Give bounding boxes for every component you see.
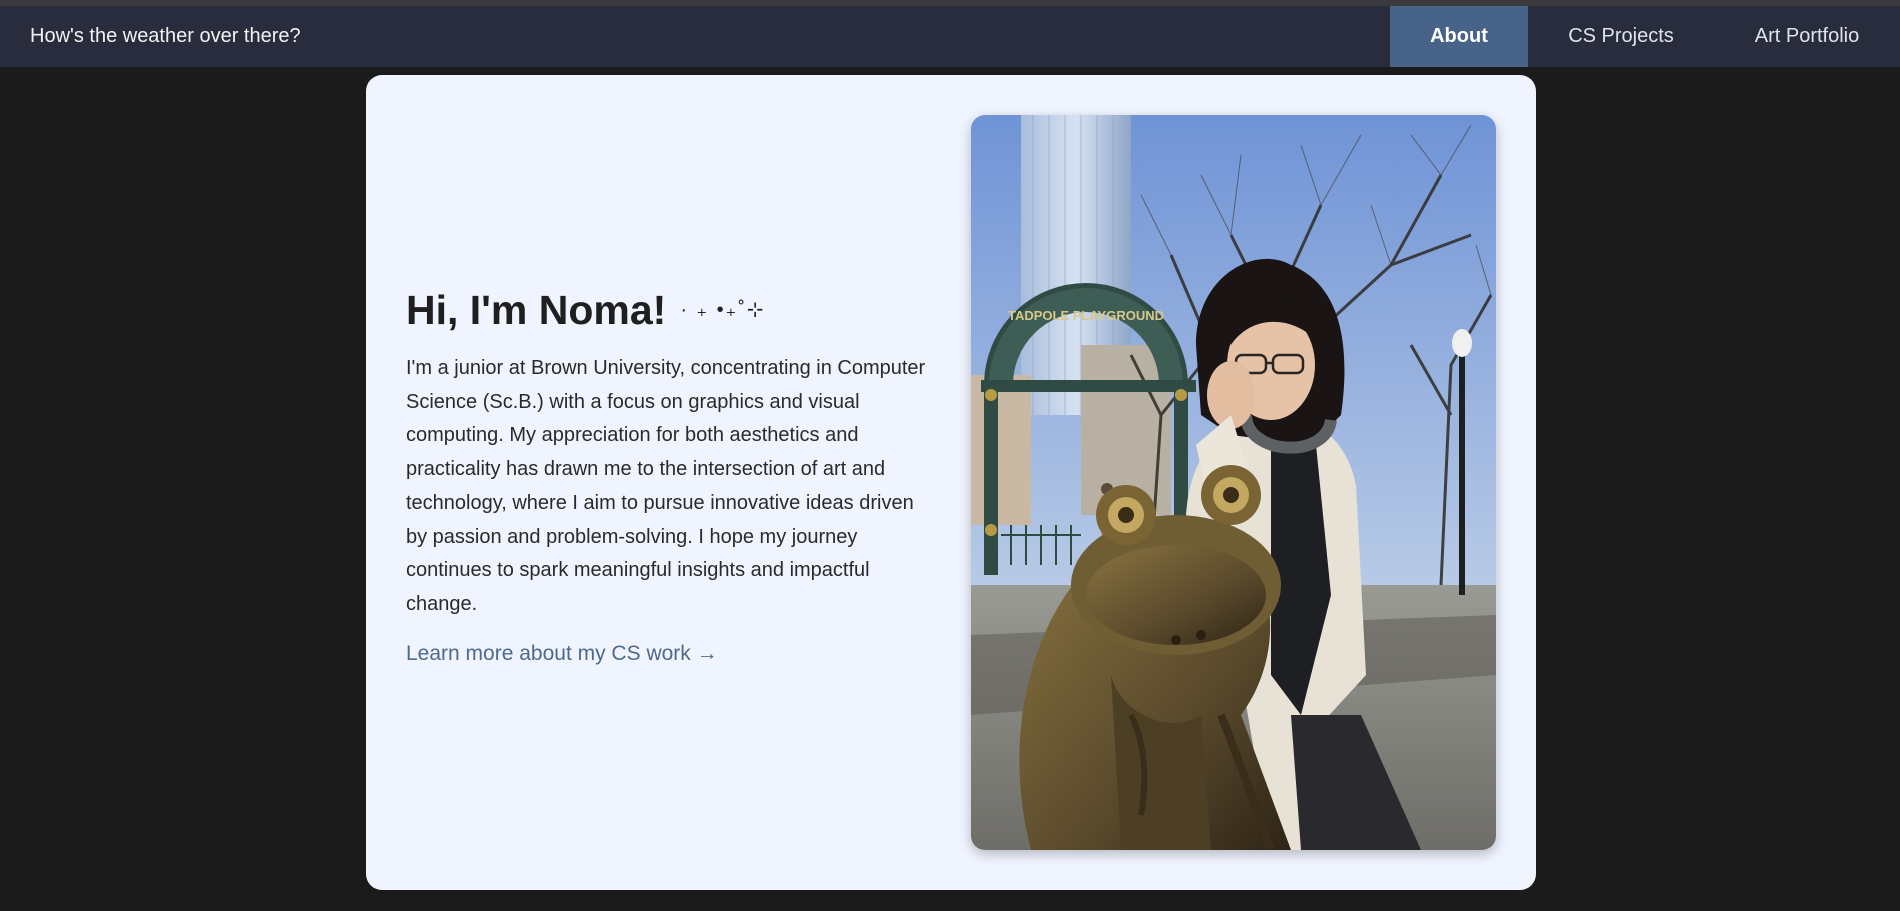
greeting-text: Hi, I'm Noma! [406,287,667,333]
nav-about[interactable]: About [1390,6,1528,67]
cs-work-link[interactable]: Learn more about my CS work → [406,642,718,666]
nav-cs-projects[interactable]: CS Projects [1528,6,1714,67]
bio-paragraph: I'm a junior at Brown University, concen… [406,357,926,615]
about-card: Hi, I'm Noma! · ₊ •₊˚⊹ I'm a junior at B… [366,75,1536,890]
navbar: How's the weather over there? About CS P… [0,6,1900,67]
site-title[interactable]: How's the weather over there? [30,6,301,67]
nav-links: About CS Projects Art Portfolio [1390,6,1900,67]
page-heading: Hi, I'm Noma! · ₊ •₊˚⊹ [406,286,936,334]
intro-section: Hi, I'm Noma! · ₊ •₊˚⊹ I'm a junior at B… [406,286,936,666]
nav-art-portfolio[interactable]: Art Portfolio [1714,6,1900,67]
playground-sign-text: TADPOLE PLAYGROUND [1008,308,1164,323]
profile-photo: TADPOLE PLAYGROUND [971,115,1496,850]
sparkle-decoration: · ₊ •₊˚⊹ [680,299,766,321]
